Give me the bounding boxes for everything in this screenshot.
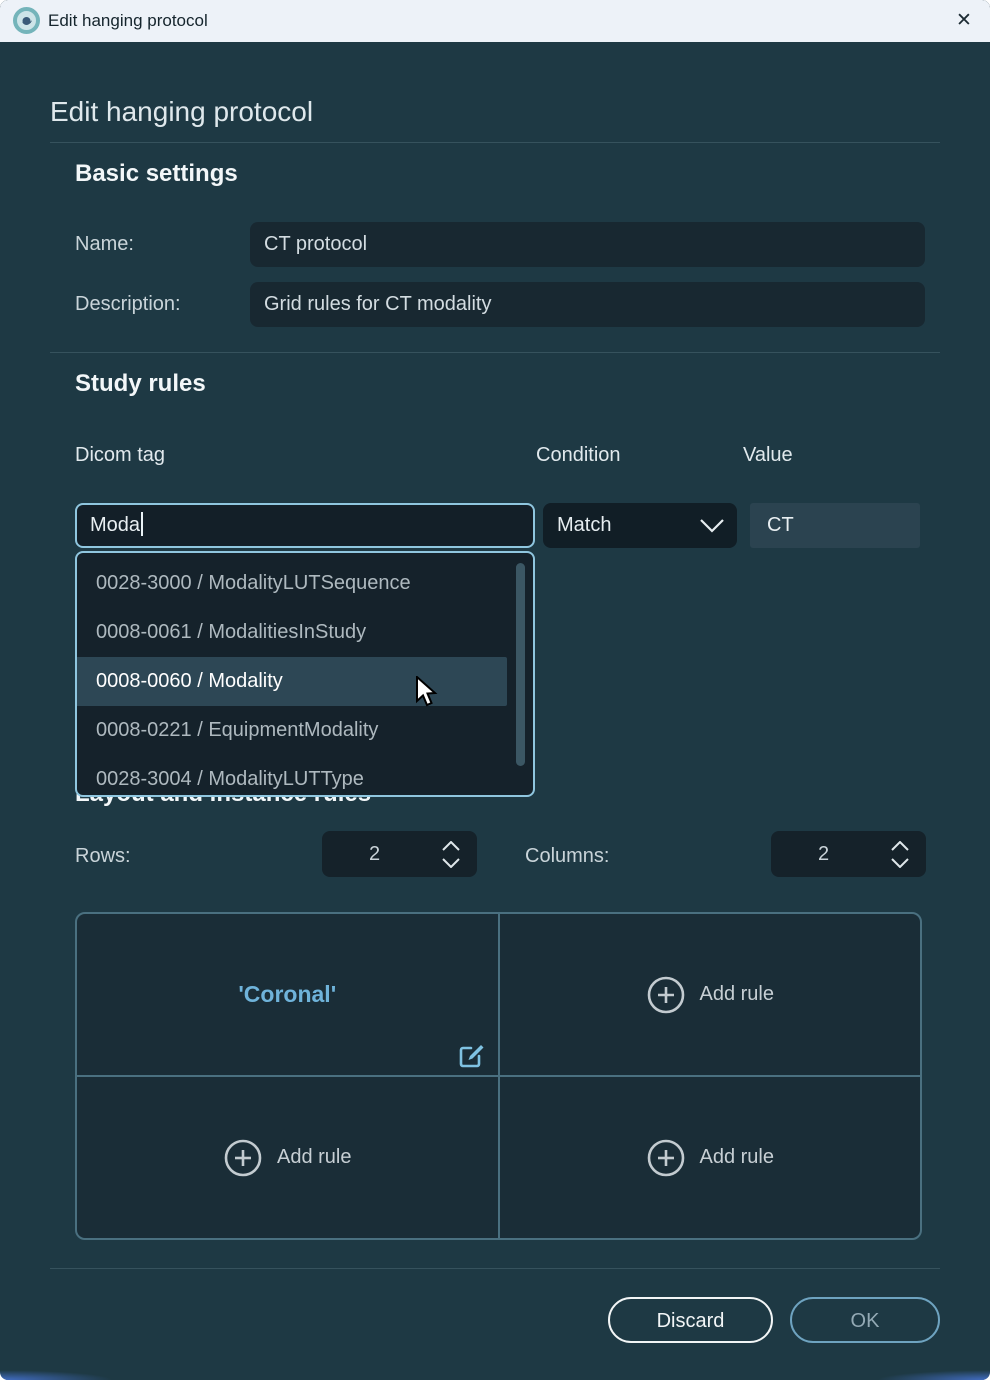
name-input[interactable]: CT protocol <box>250 222 925 267</box>
condition-selected-value: Match <box>557 514 611 536</box>
dropdown-item[interactable]: 0008-0221 / EquipmentModality <box>77 706 507 755</box>
columns-stepper[interactable]: 2 <box>771 831 926 877</box>
rows-label: Rows: <box>75 845 131 868</box>
dicom-tag-input-value: Moda <box>90 514 140 536</box>
column-header-condition: Condition <box>536 444 621 467</box>
add-rule-label: Add rule <box>277 1146 352 1169</box>
dropdown-item[interactable]: 0028-3004 / ModalityLUTType <box>77 755 507 797</box>
chevron-up-icon[interactable] <box>891 841 909 851</box>
pencil-edit-icon[interactable] <box>457 1042 485 1070</box>
dropdown-item[interactable]: 0008-0061 / ModalitiesInStudy <box>77 608 507 657</box>
rows-value: 2 <box>322 843 433 866</box>
app-logo-icon <box>13 7 40 34</box>
chevron-down-icon[interactable] <box>442 858 460 868</box>
chevron-down-icon <box>699 518 725 533</box>
name-label: Name: <box>75 233 134 256</box>
chevron-down-icon[interactable] <box>891 858 909 868</box>
column-header-dicom-tag: Dicom tag <box>75 444 165 467</box>
dicom-tag-input[interactable]: Moda <box>75 503 535 548</box>
add-rule-label: Add rule <box>700 983 775 1006</box>
grid-cell-add-rule[interactable]: Add rule <box>77 1077 498 1238</box>
condition-select[interactable]: Match <box>543 503 737 548</box>
dropdown-item[interactable]: 0028-3000 / ModalityLUTSequence <box>77 559 507 608</box>
dropdown-scrollbar[interactable] <box>516 563 525 766</box>
rows-stepper[interactable]: 2 <box>322 831 477 877</box>
plus-circle-icon <box>646 1138 686 1178</box>
divider <box>50 1268 940 1269</box>
edit-hanging-protocol-dialog: Edit hanging protocol ✕ Edit hanging pro… <box>0 0 990 1380</box>
window-bottom-accent <box>0 1370 990 1380</box>
window-title: Edit hanging protocol <box>48 0 208 42</box>
study-rules-heading: Study rules <box>75 370 206 398</box>
add-rule-label: Add rule <box>700 1146 775 1169</box>
titlebar: Edit hanging protocol ✕ <box>0 0 990 42</box>
rule-label: 'Coronal' <box>238 981 336 1008</box>
plus-circle-icon <box>646 975 686 1015</box>
chevron-up-icon[interactable] <box>442 841 460 851</box>
divider <box>50 142 940 143</box>
mouse-cursor-icon <box>415 676 443 708</box>
grid-cell-add-rule[interactable]: Add rule <box>500 914 921 1075</box>
plus-circle-icon <box>223 1138 263 1178</box>
basic-settings-heading: Basic settings <box>75 160 238 188</box>
grid-cell-rule[interactable]: 'Coronal' <box>77 914 498 1075</box>
close-icon[interactable]: ✕ <box>944 1 984 41</box>
columns-label: Columns: <box>525 845 609 868</box>
ok-button[interactable]: OK <box>790 1297 940 1343</box>
page-title: Edit hanging protocol <box>50 96 313 128</box>
divider <box>50 352 940 353</box>
grid-cell-add-rule[interactable]: Add rule <box>500 1077 921 1238</box>
column-header-value: Value <box>743 444 793 467</box>
dicom-tag-dropdown: 0028-3000 / ModalityLUTSequence 0008-006… <box>75 551 535 797</box>
layout-grid: 'Coronal' Add rule Add rule <box>75 912 922 1240</box>
description-label: Description: <box>75 293 181 316</box>
discard-button[interactable]: Discard <box>608 1297 773 1343</box>
text-caret <box>141 512 143 536</box>
description-input[interactable]: Grid rules for CT modality <box>250 282 925 327</box>
columns-value: 2 <box>771 843 882 866</box>
value-input[interactable]: CT <box>750 503 920 548</box>
